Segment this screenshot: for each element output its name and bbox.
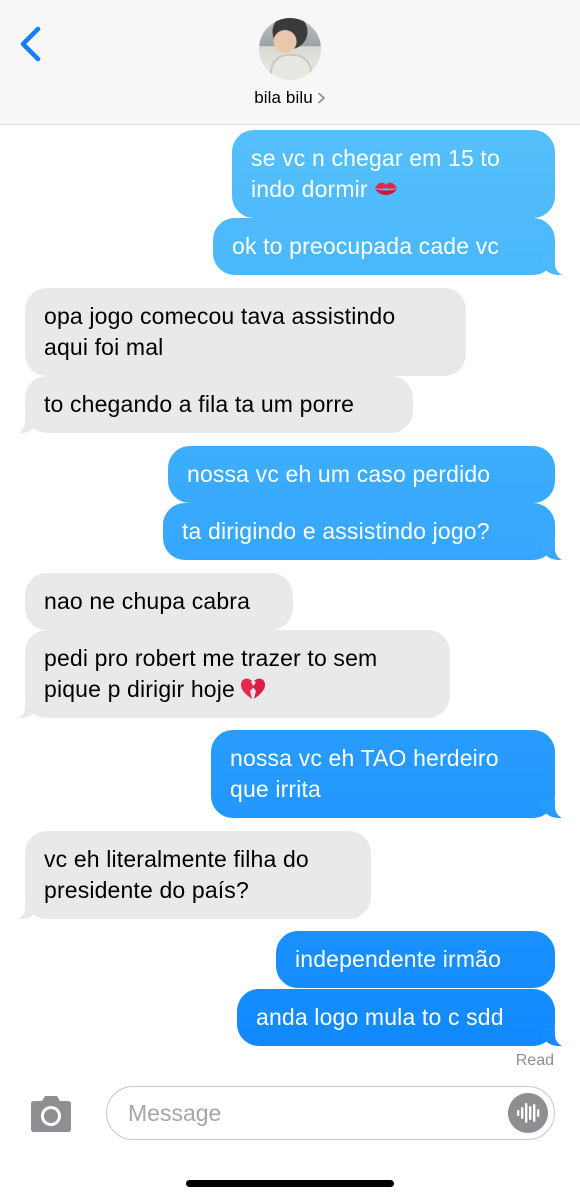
- home-indicator: [186, 1180, 394, 1187]
- message-text: nao ne chupa cabra: [44, 588, 251, 614]
- kiss-icon: [374, 182, 397, 195]
- message-bubble-sent[interactable]: se vc n chegar em 15 to indo dormir: [232, 130, 555, 218]
- message-bubble-sent[interactable]: ta dirigindo e assistindo jogo?: [163, 503, 571, 561]
- message-bubble-received[interactable]: to chegando a fila ta um porre: [9, 376, 413, 434]
- message-text: nossa vc eh um caso perdido: [187, 461, 491, 487]
- message-text: nossa vc eh TAO herdeiro: [230, 745, 499, 771]
- message-text: aqui foi mal: [44, 334, 164, 360]
- message-bubble-received[interactable]: opa jogo comecou tava assistindo aqui fo…: [25, 288, 466, 376]
- conversation-header: bila bilu: [0, 0, 580, 125]
- message-text: independente irmão: [295, 946, 502, 972]
- chevron-right-icon: [317, 92, 325, 104]
- read-receipt: Read: [515, 1052, 554, 1069]
- back-chevron-icon[interactable]: [16, 26, 48, 62]
- message-text: opa jogo comecou tava assistindo: [44, 303, 396, 329]
- message-bubble-sent[interactable]: anda logo mula to c sdd: [237, 989, 571, 1047]
- message-bubble-received[interactable]: nao ne chupa cabra: [25, 573, 293, 630]
- broken-heart-icon: [240, 678, 265, 699]
- message-bubble-sent[interactable]: nossa vc eh TAO herdeiro que irrita: [211, 730, 571, 819]
- contact-name: bila bilu: [254, 88, 313, 107]
- message-text: ok to preocupada cade vc: [232, 233, 499, 259]
- message-text: presidente do país?: [44, 877, 249, 903]
- message-text: que irrita: [230, 776, 321, 802]
- message-text: vc eh literalmente filha do: [44, 846, 309, 872]
- message-text: anda logo mula to c sdd: [256, 1004, 504, 1030]
- message-bubble-sent[interactable]: ok to preocupada cade vc: [213, 218, 571, 276]
- message-bubble-sent[interactable]: nossa vc eh um caso perdido: [168, 446, 555, 503]
- message-text: ta dirigindo e assistindo jogo?: [182, 518, 490, 544]
- message-bubble-received[interactable]: vc eh literalmente filha do presidente d…: [9, 831, 371, 920]
- contact-name-button[interactable]: bila bilu: [0, 88, 580, 108]
- message-text: pedi pro robert me trazer to sem: [44, 645, 378, 671]
- message-text: to chegando a fila ta um porre: [44, 391, 355, 417]
- camera-icon[interactable]: [26, 1094, 76, 1134]
- message-placeholder: Message: [128, 1100, 222, 1126]
- message-bubble-sent[interactable]: independente irmão: [276, 931, 555, 988]
- contact-avatar[interactable]: [259, 18, 321, 80]
- voice-message-icon[interactable]: [508, 1093, 548, 1133]
- message-text: indo dormir: [251, 176, 368, 202]
- message-text: se vc n chegar em 15 to: [251, 145, 500, 171]
- message-bubble-received[interactable]: pedi pro robert me trazer to sem pique p…: [9, 630, 450, 719]
- message-text: pique p dirigir hoje: [44, 676, 235, 702]
- message-input[interactable]: Message: [106, 1086, 555, 1140]
